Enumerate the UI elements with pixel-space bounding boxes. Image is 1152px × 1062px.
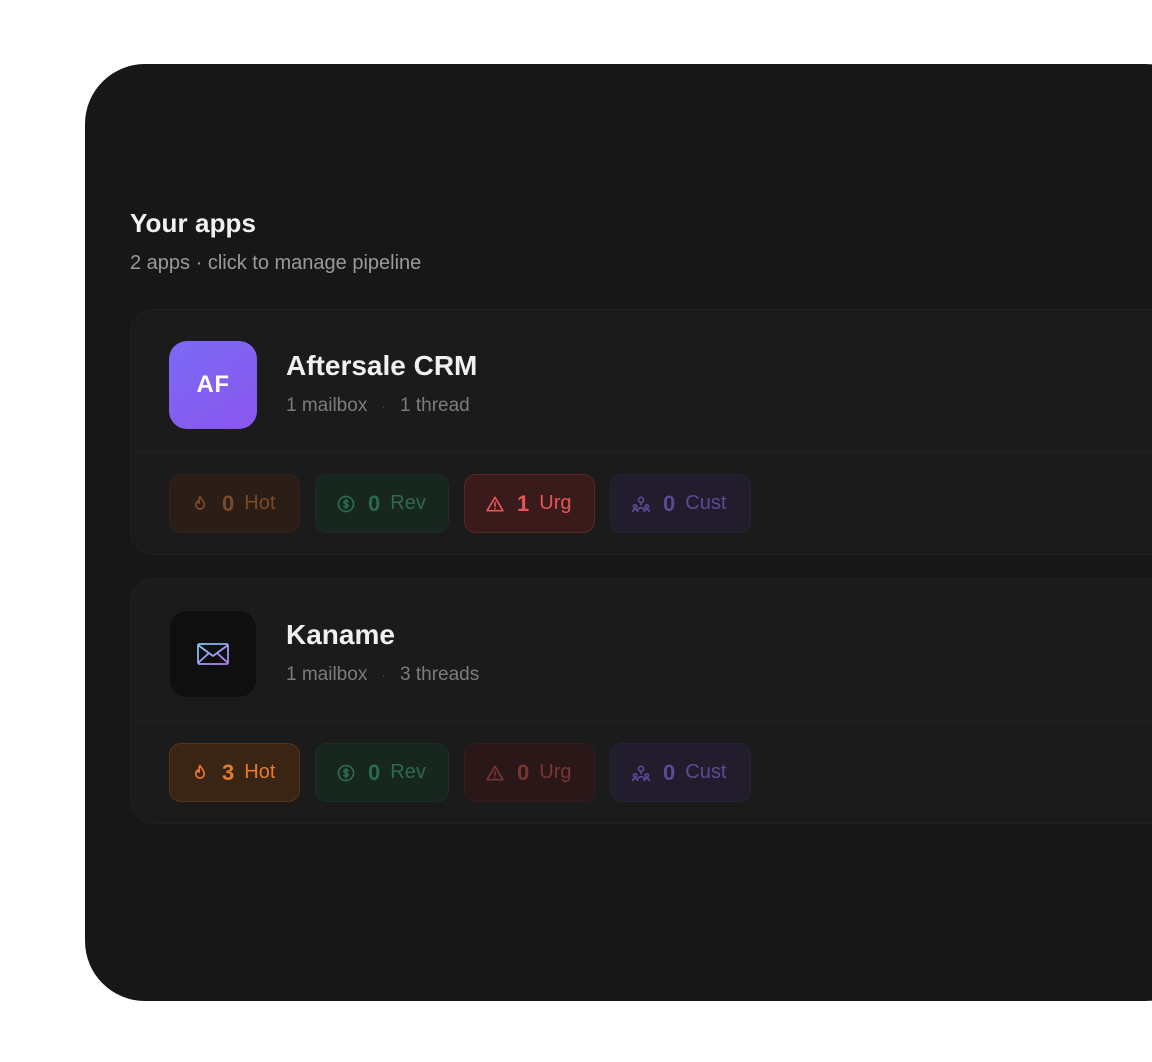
flame-icon — [195, 495, 205, 510]
cust-badge[interactable]: 0 Cust — [610, 743, 751, 802]
dollar-circle-icon — [337, 495, 355, 512]
rev-count: 0 — [368, 759, 381, 785]
urg-badge[interactable]: 0 Urg — [464, 743, 595, 802]
app-card-kaname[interactable]: Kaname 1 mailbox · 3 threads 3 Hot 0 Rev… — [130, 578, 1152, 824]
urg-badge[interactable]: 1 Urg — [464, 474, 595, 533]
app-meta: 1 mailbox · 1 thread — [286, 395, 470, 417]
hot-count: 0 — [222, 490, 235, 516]
urg-count: 1 — [517, 490, 530, 516]
meta-separator: · — [381, 667, 386, 683]
app-name: Aftersale CRM — [286, 350, 478, 381]
rev-label: Rev — [390, 492, 426, 514]
mailbox-count: 1 mailbox — [286, 664, 368, 685]
app-card-header[interactable]: Kaname 1 mailbox · 3 threads — [131, 579, 1152, 721]
card-divider — [131, 452, 1152, 453]
pipeline-badges: 0 Hot 0 Rev 1 Urg 0 Cust — [169, 474, 751, 533]
envelope-icon — [197, 643, 229, 665]
thread-count: 1 thread — [400, 395, 470, 416]
hot-count: 3 — [222, 759, 235, 785]
app-card-aftersale-crm[interactable]: AF Aftersale CRM 1 mailbox · 1 thread 0 … — [130, 309, 1152, 555]
rev-badge[interactable]: 0 Rev — [315, 743, 449, 802]
app-meta: 1 mailbox · 3 threads — [286, 664, 479, 686]
rev-label: Rev — [390, 761, 426, 783]
urg-label: Urg — [539, 492, 572, 514]
hot-badge[interactable]: 0 Hot — [169, 474, 300, 533]
section-subtitle: 2 apps · click to manage pipeline — [130, 252, 422, 274]
hot-label: Hot — [244, 761, 276, 783]
warning-triangle-icon — [486, 496, 504, 511]
rev-count: 0 — [368, 490, 381, 516]
app-avatar-initials: AF — [196, 371, 230, 398]
cust-label: Cust — [685, 761, 727, 783]
app-avatar — [169, 610, 257, 698]
users-icon — [631, 496, 651, 512]
cust-count: 0 — [663, 759, 676, 785]
warning-triangle-icon — [486, 765, 504, 780]
dollar-circle-icon — [337, 764, 355, 781]
hot-badge[interactable]: 3 Hot — [169, 743, 300, 802]
flame-icon — [195, 764, 205, 779]
mailbox-count: 1 mailbox — [286, 395, 368, 416]
cust-badge[interactable]: 0 Cust — [610, 474, 751, 533]
users-icon — [631, 765, 651, 781]
section-title: Your apps — [130, 208, 257, 238]
thread-count: 3 threads — [400, 664, 480, 685]
card-divider — [131, 721, 1152, 722]
urg-count: 0 — [517, 759, 530, 785]
app-name: Kaname — [286, 619, 395, 650]
app-avatar: AF — [169, 341, 257, 429]
app-card-header[interactable]: AF Aftersale CRM 1 mailbox · 1 thread — [131, 310, 1152, 452]
pipeline-badges: 3 Hot 0 Rev 0 Urg 0 Cust — [169, 743, 751, 802]
cust-count: 0 — [663, 490, 676, 516]
meta-separator: · — [381, 398, 386, 414]
hot-label: Hot — [244, 492, 276, 514]
apps-panel: Your apps 2 apps · click to manage pipel… — [85, 64, 1152, 1001]
cust-label: Cust — [685, 492, 727, 514]
rev-badge[interactable]: 0 Rev — [315, 474, 449, 533]
urg-label: Urg — [539, 761, 572, 783]
